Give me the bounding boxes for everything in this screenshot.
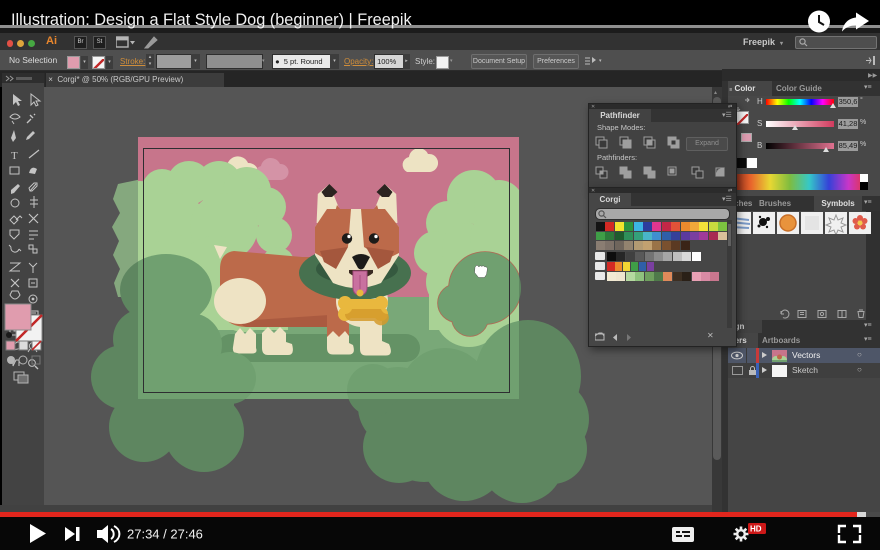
svg-text:HD: HD [750,525,762,534]
svg-text:27:34 / 27:46: 27:34 / 27:46 [127,527,203,542]
svg-text:T: T [11,150,18,162]
